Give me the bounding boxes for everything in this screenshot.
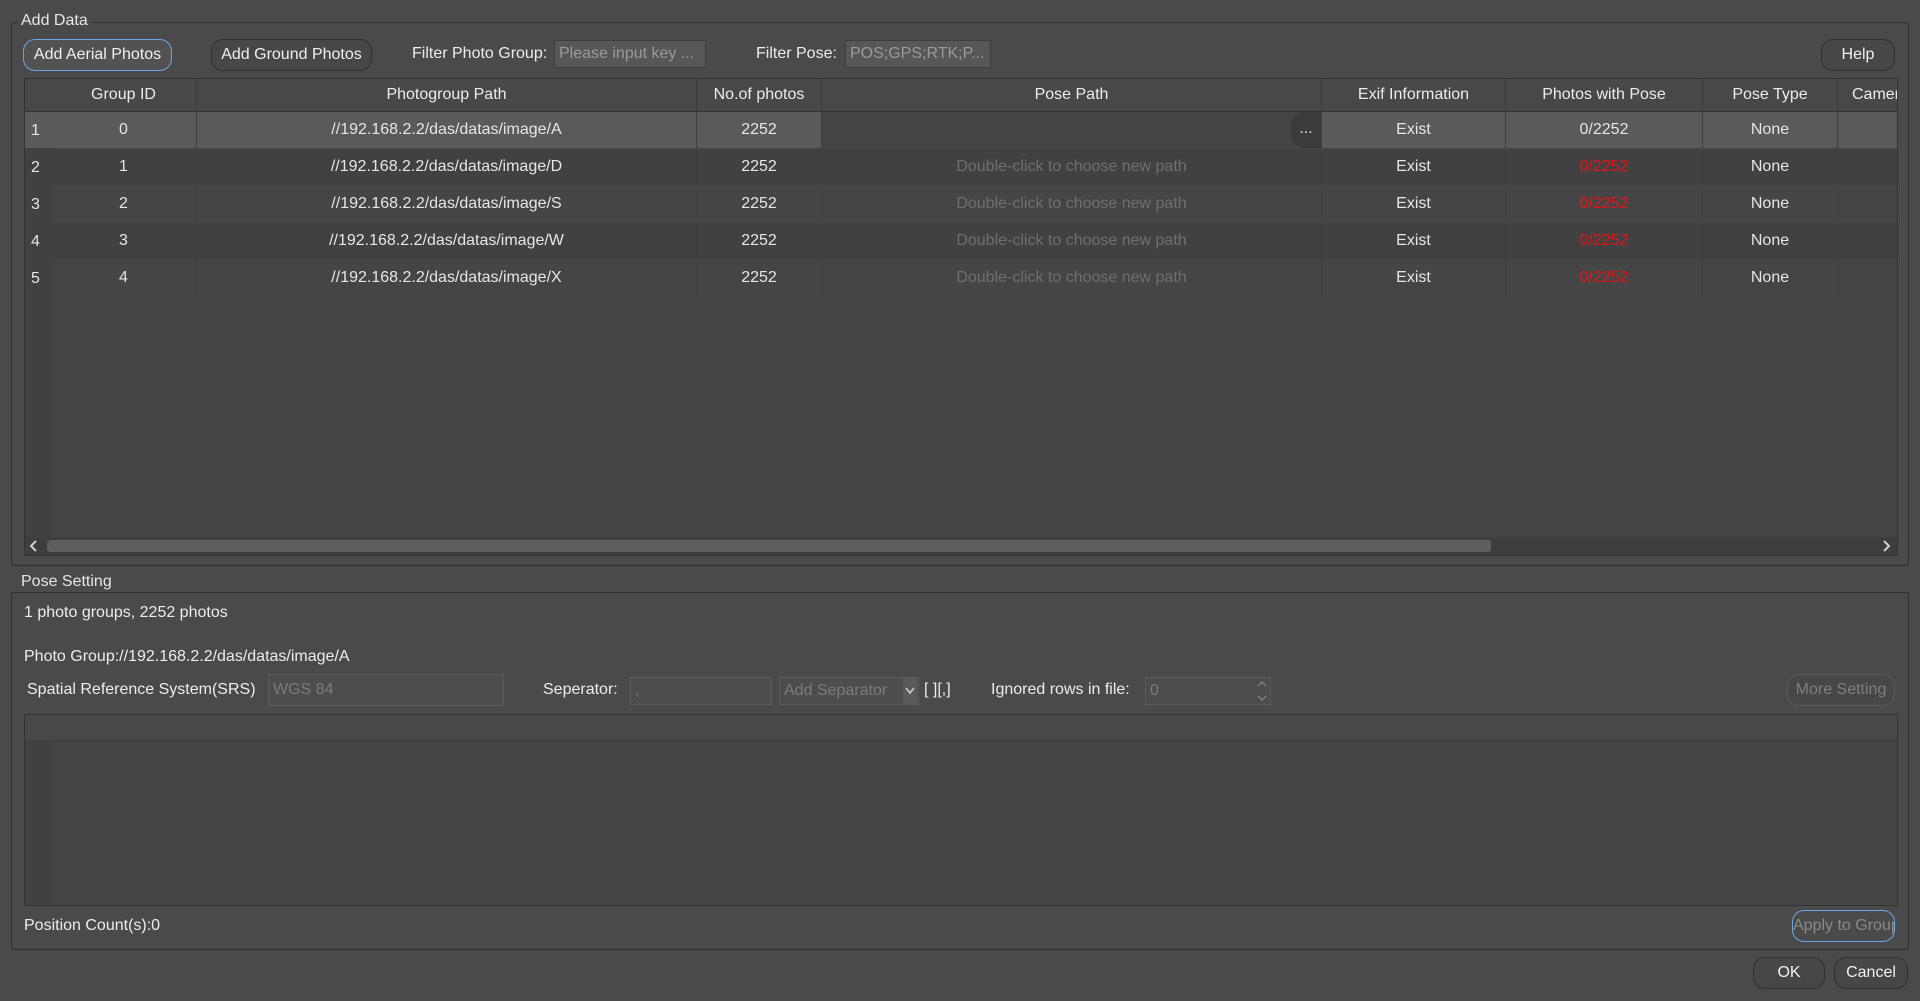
group-id-cell[interactable]: 3: [51, 223, 197, 259]
photos-with-pose-cell[interactable]: 0/2252: [1506, 260, 1703, 296]
exif-cell[interactable]: Exist: [1322, 112, 1506, 148]
camera-cell[interactable]: A: [1838, 112, 1897, 148]
pose-path-cell[interactable]: Double-click to choose new path: [822, 260, 1322, 296]
scrollbar-thumb[interactable]: [47, 540, 1491, 552]
col-header-group-id[interactable]: Group ID: [51, 79, 197, 111]
table-row[interactable]: 1 0 //192.168.2.2/das/datas/image/A 2252…: [25, 112, 1897, 149]
camera-cell[interactable]: W: [1838, 223, 1897, 259]
position-count-text: Position Count(s):0: [24, 917, 161, 934]
photos-with-pose-cell[interactable]: 0/2252: [1506, 223, 1703, 259]
row-number: 2: [31, 159, 40, 176]
photos-with-pose-cell[interactable]: 0/2252: [1506, 149, 1703, 185]
apply-to-group-button[interactable]: Apply to Group: [1792, 910, 1895, 942]
pose-setting-title: Pose Setting: [18, 573, 115, 591]
col-header-no-of-photos[interactable]: No.of photos: [697, 79, 822, 111]
exif-cell[interactable]: Exist: [1322, 186, 1506, 222]
photo-group-path-text: Photo Group://192.168.2.2/das/datas/imag…: [24, 648, 350, 665]
srs-label: Spatial Reference System(SRS): [27, 681, 256, 698]
chevron-right-icon[interactable]: [1877, 537, 1895, 555]
photo-summary-text: 1 photo groups, 2252 photos: [24, 604, 228, 621]
table-row[interactable]: 5 4 //192.168.2.2/das/datas/image/X 2252…: [25, 260, 1897, 297]
col-header-exif-information[interactable]: Exif Information: [1322, 79, 1506, 111]
ok-button[interactable]: OK: [1753, 957, 1825, 989]
pose-table-header: [25, 715, 1897, 741]
camera-cell[interactable]: D: [1838, 149, 1897, 185]
col-header-photogroup-path[interactable]: Photogroup Path: [197, 79, 697, 111]
photo-count-cell[interactable]: 2252: [697, 149, 822, 185]
browse-pose-path-button[interactable]: ...: [1291, 112, 1321, 148]
photo-count-cell[interactable]: 2252: [697, 260, 822, 296]
pose-path-cell[interactable]: Double-click to choose new path: [822, 186, 1322, 222]
photogroup-path-cell[interactable]: //192.168.2.2/das/datas/image/X: [197, 260, 697, 296]
more-setting-button[interactable]: More Setting: [1787, 674, 1895, 706]
add-ground-photos-button[interactable]: Add Ground Photos: [211, 39, 372, 71]
camera-cell[interactable]: S: [1838, 186, 1897, 222]
photo-count-cell[interactable]: 2252: [697, 186, 822, 222]
photos-with-pose-cell[interactable]: 0/2252: [1506, 112, 1703, 148]
srs-input[interactable]: WGS 84: [268, 674, 504, 706]
table-header: Group ID Photogroup Path No.of photos Po…: [25, 79, 1897, 112]
pose-data-table: [24, 714, 1898, 906]
col-header-pose-type[interactable]: Pose Type: [1703, 79, 1838, 111]
chevron-down-icon[interactable]: [903, 678, 917, 704]
add-separator-dropdown[interactable]: Add Separator: [779, 677, 919, 705]
ignored-rows-value: 0: [1150, 682, 1159, 699]
group-id-cell[interactable]: 4: [51, 260, 197, 296]
exif-cell[interactable]: Exist: [1322, 260, 1506, 296]
spinner-arrows-icon[interactable]: [1255, 678, 1269, 704]
pose-type-cell[interactable]: None: [1703, 260, 1838, 296]
camera-cell[interactable]: X: [1838, 260, 1897, 296]
table-row[interactable]: 4 3 //192.168.2.2/das/datas/image/W 2252…: [25, 223, 1897, 260]
photo-count-cell[interactable]: 2252: [697, 223, 822, 259]
add-separator-value: Add Separator: [784, 682, 888, 699]
apply-to-group-label: Apply to Group: [1793, 917, 1895, 934]
separator-input[interactable]: ,: [630, 677, 772, 705]
pose-table-row-header: [25, 740, 51, 905]
separator-brackets-text: [ ][,]: [924, 681, 951, 698]
table-row[interactable]: 3 2 //192.168.2.2/das/datas/image/S 2252…: [25, 186, 1897, 223]
col-header-photos-with-pose[interactable]: Photos with Pose: [1506, 79, 1703, 111]
row-number: 5: [31, 270, 40, 287]
photogroup-table: Group ID Photogroup Path No.of photos Po…: [24, 78, 1898, 556]
cancel-button[interactable]: Cancel: [1834, 957, 1908, 989]
filter-photo-group-label: Filter Photo Group:: [412, 45, 548, 62]
pose-type-cell[interactable]: None: [1703, 149, 1838, 185]
filter-pose-label: Filter Pose:: [756, 45, 837, 62]
photogroup-path-cell[interactable]: //192.168.2.2/das/datas/image/D: [197, 149, 697, 185]
group-id-cell[interactable]: 1: [51, 149, 197, 185]
pose-path-editor[interactable]: ...: [822, 112, 1322, 148]
col-header-camera[interactable]: Camera: [1838, 79, 1897, 111]
pose-path-cell[interactable]: Double-click to choose new path: [822, 149, 1322, 185]
horizontal-scrollbar[interactable]: [25, 537, 1897, 555]
filter-photo-group-input[interactable]: Please input key ...: [554, 40, 706, 68]
photo-count-cell[interactable]: 2252: [697, 112, 822, 148]
group-id-cell[interactable]: 2: [51, 186, 197, 222]
ignored-rows-spinbox[interactable]: 0: [1145, 677, 1271, 705]
separator-label: Seperator:: [543, 681, 618, 698]
group-id-cell[interactable]: 0: [51, 112, 197, 148]
filter-pose-input[interactable]: POS;GPS;RTK;P...: [845, 40, 991, 68]
pose-type-cell[interactable]: None: [1703, 223, 1838, 259]
exif-cell[interactable]: Exist: [1322, 149, 1506, 185]
row-number: 3: [31, 196, 40, 213]
col-header-pose-path[interactable]: Pose Path: [822, 79, 1322, 111]
row-number: 1: [25, 112, 51, 148]
ignored-rows-label: Ignored rows in file:: [991, 681, 1130, 698]
photogroup-path-cell[interactable]: //192.168.2.2/das/datas/image/A: [197, 112, 697, 148]
add-data-title: Add Data: [18, 12, 91, 30]
row-number: 4: [31, 233, 40, 250]
photogroup-path-cell[interactable]: //192.168.2.2/das/datas/image/S: [197, 186, 697, 222]
chevron-left-icon[interactable]: [25, 537, 43, 555]
pose-type-cell[interactable]: None: [1703, 186, 1838, 222]
pose-path-cell[interactable]: Double-click to choose new path: [822, 223, 1322, 259]
table-row[interactable]: 2 1 //192.168.2.2/das/datas/image/D 2252…: [25, 149, 1897, 186]
photogroup-path-cell[interactable]: //192.168.2.2/das/datas/image/W: [197, 223, 697, 259]
exif-cell[interactable]: Exist: [1322, 223, 1506, 259]
photos-with-pose-cell[interactable]: 0/2252: [1506, 186, 1703, 222]
add-aerial-photos-button[interactable]: Add Aerial Photos: [23, 39, 172, 71]
pose-type-cell[interactable]: None: [1703, 112, 1838, 148]
help-button[interactable]: Help: [1821, 39, 1895, 71]
ellipsis-icon: ...: [1299, 120, 1313, 137]
